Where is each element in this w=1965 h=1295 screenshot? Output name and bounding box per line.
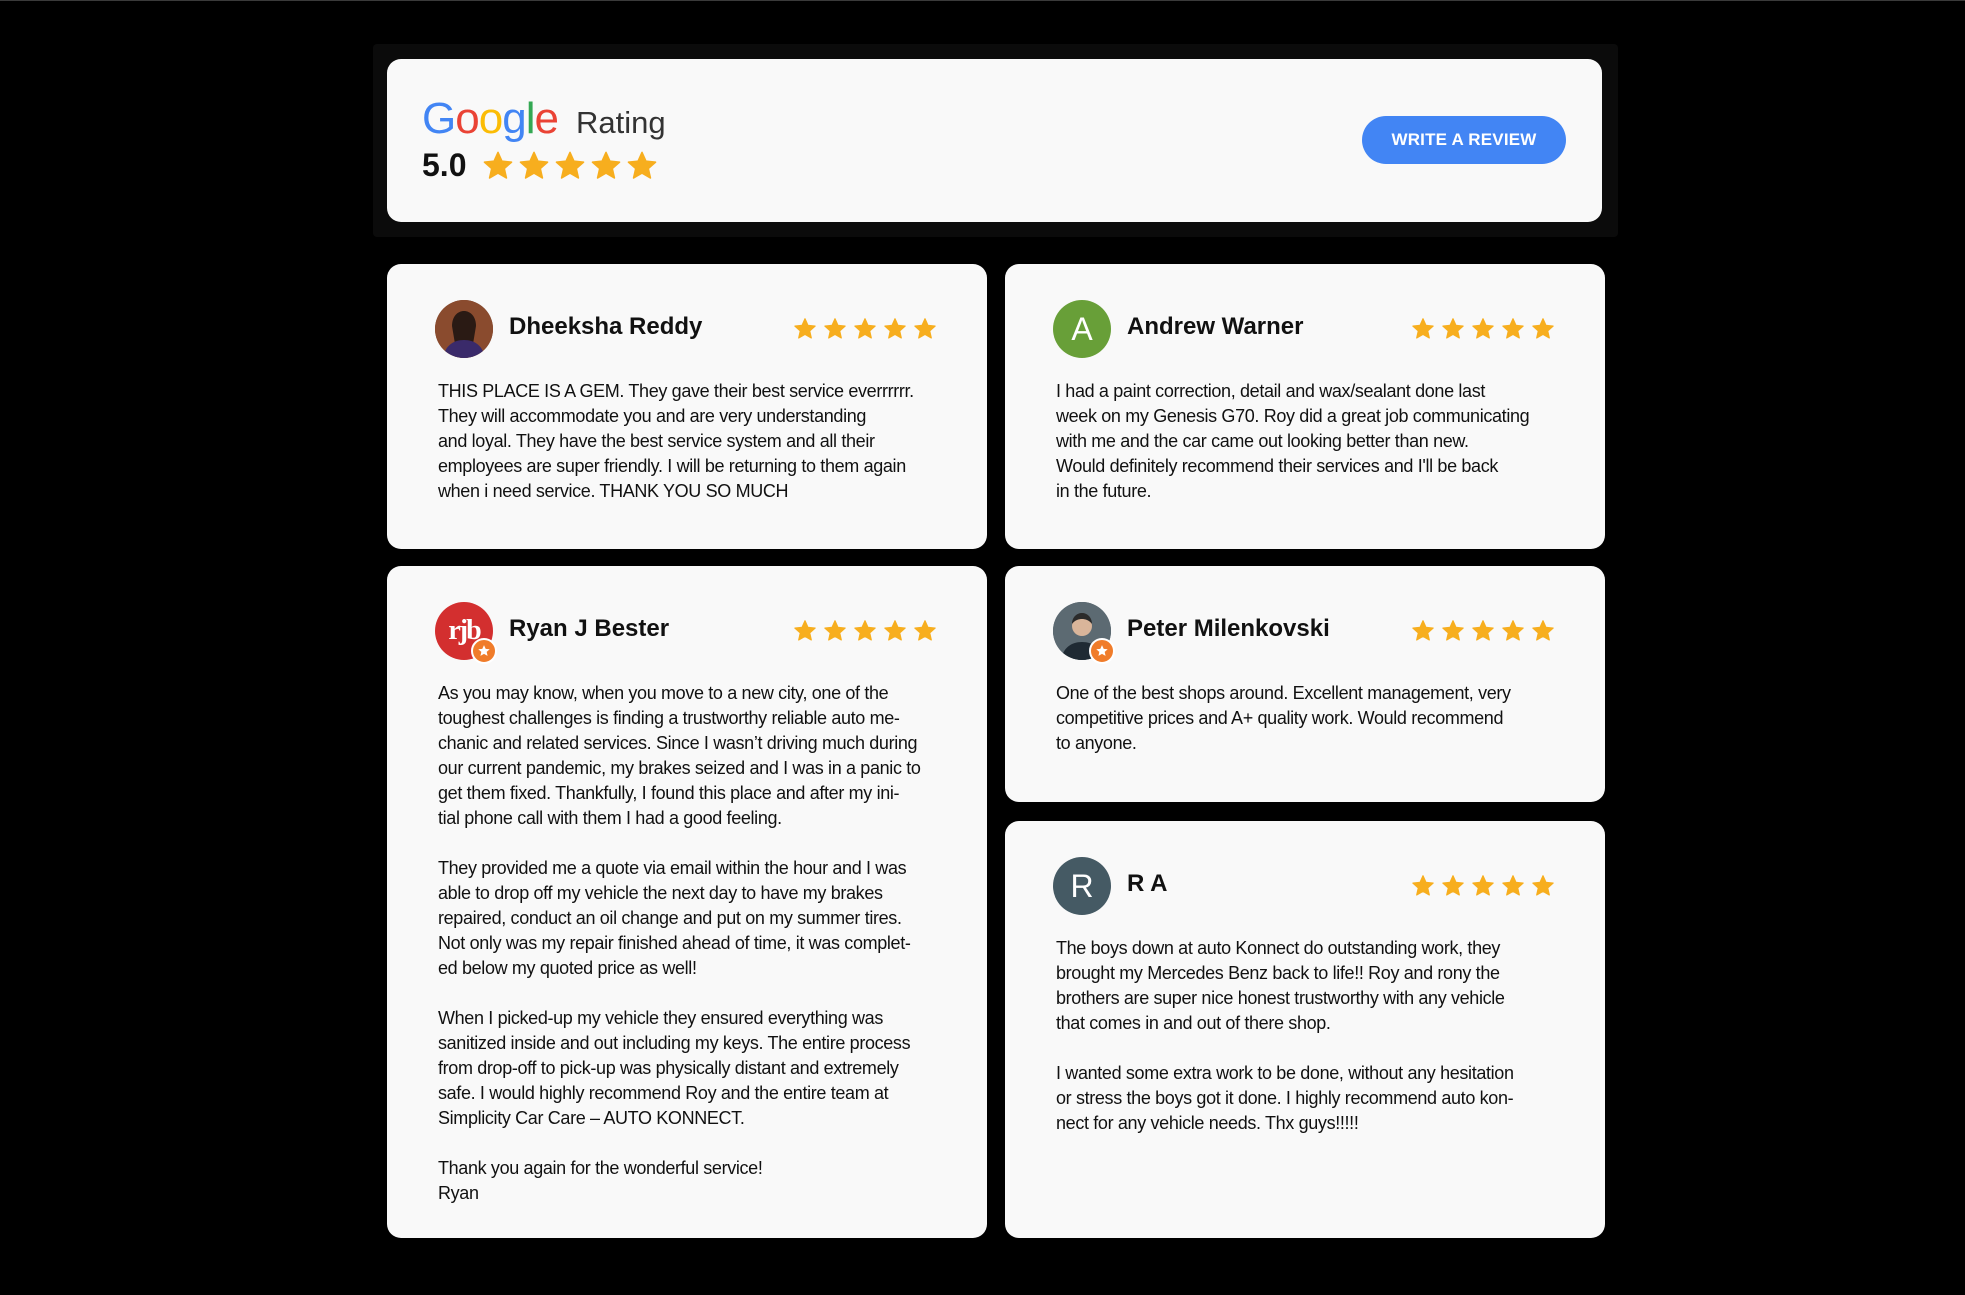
star-icon bbox=[883, 317, 907, 341]
star-icon bbox=[1471, 619, 1495, 643]
star-icon bbox=[793, 317, 817, 341]
logo-letter: g bbox=[502, 94, 527, 143]
logo-letter: l bbox=[525, 94, 536, 143]
avatar: R bbox=[1053, 857, 1111, 915]
review-header: Dheeksha Reddy bbox=[435, 300, 937, 358]
star-icon bbox=[590, 150, 622, 182]
star-icon bbox=[1441, 874, 1465, 898]
avatar bbox=[435, 300, 493, 358]
reviewer-name: Peter Milenkovski bbox=[1127, 615, 1330, 642]
rating-header: Google Rating 5.0 WRITE A REVIEW bbox=[387, 59, 1602, 222]
star-icon bbox=[823, 619, 847, 643]
star-icon bbox=[1411, 317, 1435, 341]
reviewer-name: R A bbox=[1127, 870, 1168, 897]
avatar: rjb bbox=[435, 602, 497, 664]
review-stars bbox=[1405, 619, 1555, 643]
review-text: As you may know, when you move to a new … bbox=[438, 683, 921, 1203]
review-header: A Andrew Warner bbox=[1053, 300, 1555, 358]
brand: Google Rating bbox=[422, 97, 666, 141]
logo-letter: o bbox=[455, 94, 480, 143]
review-text: THIS PLACE IS A GEM. They gave their bes… bbox=[438, 381, 914, 501]
review-text: I had a paint correction, detail and wax… bbox=[1056, 381, 1530, 501]
star-icon bbox=[1501, 874, 1525, 898]
reviewer-name: Ryan J Bester bbox=[509, 615, 670, 642]
star-icon bbox=[823, 317, 847, 341]
review-stars bbox=[787, 619, 937, 643]
star-icon bbox=[1471, 317, 1495, 341]
star-icon bbox=[1411, 619, 1435, 643]
star-icon bbox=[1441, 619, 1465, 643]
review-header: Peter Milenkovski bbox=[1053, 602, 1555, 664]
avatar-letter: A bbox=[1071, 310, 1093, 347]
letter-avatar: R bbox=[1053, 857, 1111, 915]
star-icon bbox=[518, 150, 550, 182]
star-icon bbox=[793, 619, 817, 643]
review-text: The boys down at auto Konnect do outstan… bbox=[1056, 938, 1514, 1133]
review-card: A Andrew Warner I had a paint correction… bbox=[1005, 264, 1605, 549]
logo-letter: e bbox=[534, 94, 559, 143]
review-card: R R A The boys down at auto Konnect do o… bbox=[1005, 821, 1605, 1238]
overall-score: 5.0 bbox=[422, 147, 467, 183]
star-icon bbox=[1531, 317, 1555, 341]
star-icon bbox=[1471, 874, 1495, 898]
google-logo: Google bbox=[422, 94, 559, 143]
star-icon bbox=[1441, 317, 1465, 341]
rating-label: Rating bbox=[575, 105, 666, 140]
review-stars bbox=[787, 317, 937, 341]
star-icon bbox=[626, 150, 658, 182]
reviewer-name: Dheeksha Reddy bbox=[509, 313, 703, 340]
logo-letter: o bbox=[478, 94, 504, 143]
star-icon bbox=[1531, 619, 1555, 643]
star-icon bbox=[853, 619, 877, 643]
avatar: A bbox=[1053, 300, 1111, 358]
star-icon bbox=[1531, 874, 1555, 898]
star-icon bbox=[883, 619, 907, 643]
star-icon bbox=[482, 150, 514, 182]
write-review-button[interactable]: WRITE A REVIEW bbox=[1362, 116, 1566, 164]
review-header: rjb Ryan J Bester bbox=[435, 602, 937, 664]
reviewer-name: Andrew Warner bbox=[1127, 313, 1304, 340]
star-icon bbox=[913, 619, 937, 643]
review-card: Dheeksha Reddy THIS PLACE IS A GEM. They… bbox=[387, 264, 987, 549]
avatar bbox=[1053, 602, 1115, 664]
review-card: Peter Milenkovski One of the best shops … bbox=[1005, 566, 1605, 802]
local-guide-badge-icon bbox=[471, 638, 497, 664]
review-text: One of the best shops around. Excellent … bbox=[1056, 683, 1511, 753]
review-card: rjb Ryan J Bester As you may know, when … bbox=[387, 566, 987, 1238]
star-icon bbox=[853, 317, 877, 341]
letter-avatar: A bbox=[1053, 300, 1111, 358]
star-icon bbox=[1411, 874, 1435, 898]
avatar-letter: R bbox=[1070, 867, 1094, 904]
review-stars bbox=[1405, 317, 1555, 341]
top-border bbox=[0, 0, 1965, 1]
review-stars bbox=[1405, 874, 1555, 898]
star-icon bbox=[554, 150, 586, 182]
score-row: 5.0 bbox=[422, 147, 662, 184]
star-icon bbox=[1501, 619, 1525, 643]
local-guide-badge-icon bbox=[1089, 638, 1115, 664]
review-header: R R A bbox=[1053, 857, 1555, 915]
star-icon bbox=[913, 317, 937, 341]
user-photo-icon bbox=[435, 300, 493, 358]
overall-stars bbox=[482, 150, 662, 182]
star-icon bbox=[1501, 317, 1525, 341]
logo-letter: G bbox=[422, 94, 456, 143]
